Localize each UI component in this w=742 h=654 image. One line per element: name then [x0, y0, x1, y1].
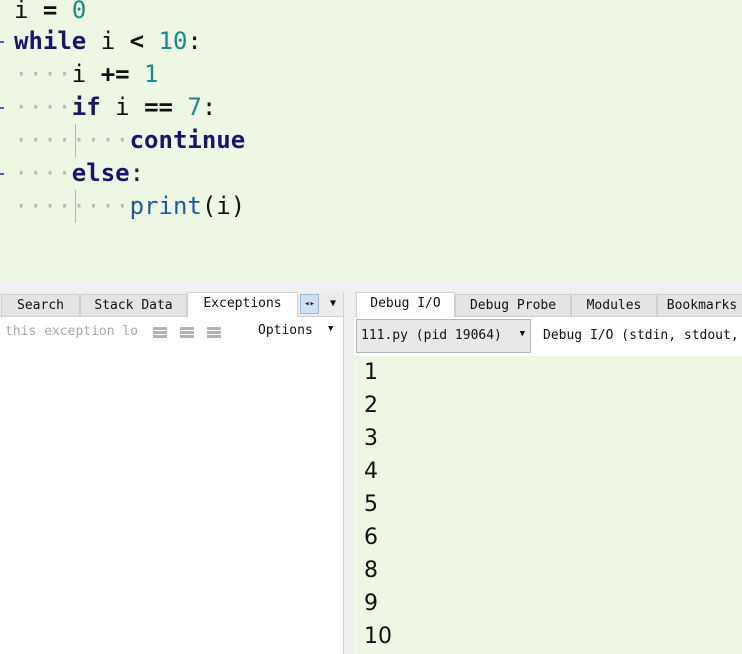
horizontal-splitter[interactable] — [0, 282, 742, 292]
code-line: ········continue — [14, 126, 246, 154]
code-line: i = 0 — [14, 0, 87, 24]
exception-message: this exception lo — [5, 324, 139, 339]
tab-exceptions[interactable]: Exceptions — [187, 292, 298, 317]
code-line: ····i += 1 — [14, 60, 159, 88]
tab-debug-io[interactable]: Debug I/O — [356, 292, 455, 317]
filter-icon[interactable] — [179, 326, 195, 340]
process-select-label: 111.py (pid 19064) — [361, 328, 502, 343]
output-line: 5 — [364, 492, 378, 517]
output-line: 10 — [364, 624, 392, 649]
vertical-splitter[interactable] — [343, 292, 354, 654]
exceptions-panel: Search Stack Data Exceptions ◂▸ ▼ this e… — [0, 292, 343, 654]
fold-marker[interactable] — [0, 41, 4, 43]
output-line: 3 — [364, 426, 378, 451]
code-line: ····else: — [14, 159, 145, 187]
dropdown-caret-icon: ▼ — [519, 329, 525, 339]
fold-marker[interactable] — [0, 107, 4, 109]
code-line: ········print(i) — [14, 192, 246, 220]
tab-modules[interactable]: Modules — [571, 294, 657, 316]
filter-icon[interactable] — [206, 326, 222, 340]
code-line: while i < 10: — [14, 27, 202, 55]
indent-guide — [75, 190, 76, 223]
tab-search[interactable]: Search — [1, 294, 80, 316]
code-line: ····if i == 7: — [14, 93, 217, 121]
debug-output[interactable]: 1 2 3 4 5 6 8 9 10 — [354, 356, 742, 654]
fold-marker[interactable] — [0, 173, 4, 175]
right-tab-bar: Debug I/O Debug Probe Modules Bookmarks — [354, 292, 742, 317]
indent-guide — [75, 124, 76, 157]
tab-debug-probe[interactable]: Debug Probe — [455, 294, 571, 316]
output-line: 8 — [364, 558, 378, 583]
process-select[interactable]: 111.py (pid 19064) ▼ — [356, 319, 531, 353]
tab-scroll-arrows-icon[interactable]: ◂▸ — [300, 294, 319, 314]
tab-stack-data[interactable]: Stack Data — [80, 294, 187, 316]
options-button[interactable]: Options — [258, 323, 313, 338]
output-line: 6 — [364, 525, 378, 550]
exceptions-toolbar: this exception lo Options ▼ — [0, 318, 343, 346]
output-line: 9 — [364, 591, 378, 616]
debug-io-panel: Debug I/O Debug Probe Modules Bookmarks … — [354, 292, 742, 654]
filter-icon[interactable] — [152, 326, 168, 340]
dropdown-caret-icon[interactable]: ▼ — [328, 324, 333, 334]
io-description: Debug I/O (stdin, stdout, — [543, 328, 739, 343]
output-line: 2 — [364, 393, 378, 418]
tab-bookmarks[interactable]: Bookmarks — [657, 294, 742, 316]
tab-menu-caret-icon[interactable]: ▼ — [326, 294, 340, 314]
code-editor[interactable]: i = 0 while i < 10: ····i += 1 ····if i … — [0, 0, 742, 282]
left-tab-bar: Search Stack Data Exceptions ◂▸ ▼ — [0, 292, 343, 317]
output-line: 4 — [364, 459, 378, 484]
output-line: 1 — [364, 360, 378, 385]
